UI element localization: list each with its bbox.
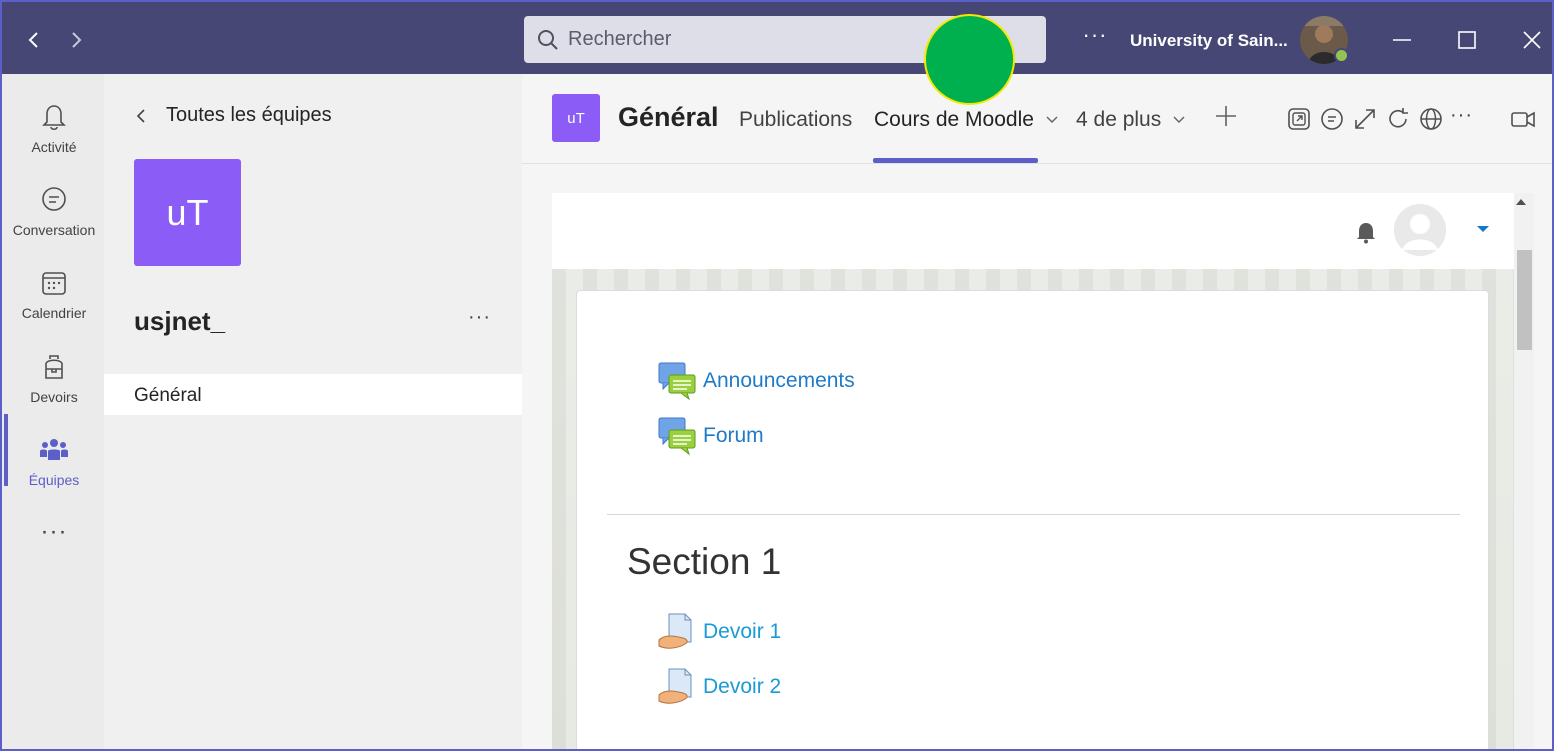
channel-label: Général <box>134 385 202 406</box>
user-avatar[interactable] <box>1394 204 1446 256</box>
popout-icon[interactable] <box>1286 106 1312 132</box>
rail-item-activite[interactable]: Activité <box>2 86 106 166</box>
app-rail: Activité Conversation Calendrier Devoirs <box>0 74 104 751</box>
user-menu-caret-icon[interactable] <box>1476 225 1490 233</box>
tab-publications[interactable]: Publications <box>739 108 852 132</box>
scrollbar-thumb[interactable] <box>1517 250 1532 350</box>
tab-cours-de-moodle[interactable]: Cours de Moodle <box>874 108 1058 132</box>
rail-label: Activité <box>31 139 77 155</box>
moodle-frame: Announcements Forum Section 1 Devoir 1 D… <box>552 193 1514 751</box>
bell-icon <box>42 105 66 131</box>
team-more-button[interactable]: ··· <box>468 306 491 329</box>
notification-bell-icon[interactable] <box>1355 220 1377 244</box>
forum-icon <box>658 417 696 456</box>
title-bar: Rechercher ··· University of Sain... <box>0 0 1554 74</box>
channel-avatar: uT <box>552 94 600 142</box>
activity-link[interactable]: Forum <box>703 424 764 448</box>
activity-devoir-1[interactable]: Devoir 1 <box>657 612 781 652</box>
rail-label: Équipes <box>28 472 80 488</box>
assignment-icon <box>658 668 692 704</box>
minimize-icon[interactable] <box>1384 22 1420 58</box>
chevron-down-icon[interactable] <box>1046 116 1058 124</box>
forward-arrow-icon[interactable] <box>62 26 90 54</box>
teams-icon <box>40 439 68 460</box>
meet-icon[interactable] <box>1510 106 1536 132</box>
rail-label: Devoirs <box>30 389 78 405</box>
all-teams-label: Toutes les équipes <box>166 104 332 126</box>
header-more-button[interactable]: ··· <box>1450 104 1473 127</box>
activity-devoir-2[interactable]: Devoir 2 <box>657 667 781 707</box>
activity-link[interactable]: Devoir 1 <box>703 620 781 644</box>
presence-available-icon <box>1334 48 1349 63</box>
course-content-card: Announcements Forum Section 1 Devoir 1 D… <box>576 290 1489 751</box>
rail-item-devoirs[interactable]: Devoirs <box>2 336 106 416</box>
section-title: Section 1 <box>627 541 782 582</box>
activity-link[interactable]: Announcements <box>703 369 855 393</box>
globe-icon[interactable] <box>1418 106 1444 132</box>
all-teams-link[interactable]: Toutes les équipes <box>134 104 332 127</box>
activity-link[interactable]: Devoir 2 <box>703 675 781 699</box>
conversation-icon[interactable] <box>1319 106 1345 132</box>
calendar-icon <box>42 272 66 295</box>
search-icon <box>538 29 558 50</box>
maximize-icon[interactable] <box>1449 22 1485 58</box>
moodle-topbar <box>552 193 1514 269</box>
backpack-icon <box>45 355 63 379</box>
expand-icon[interactable] <box>1352 106 1378 132</box>
assignment-icon <box>658 613 692 649</box>
team-name: usjnet_ <box>134 306 226 336</box>
rail-label: Conversation <box>12 222 96 238</box>
add-tab-icon[interactable] <box>1214 104 1238 128</box>
team-avatar: uT <box>134 159 241 266</box>
tab-label: 4 de plus <box>1076 108 1162 131</box>
refresh-icon[interactable] <box>1385 106 1411 132</box>
channel-title: Général <box>618 102 719 132</box>
rail-more-button[interactable]: ··· <box>2 518 106 546</box>
back-arrow-icon[interactable] <box>20 26 48 54</box>
scroll-up-arrow-icon[interactable] <box>1516 199 1526 205</box>
chevron-left-icon <box>136 108 145 123</box>
cursor-marker <box>924 14 1015 105</box>
chevron-down-icon <box>1173 116 1185 124</box>
chat-icon <box>42 187 66 211</box>
activity-announcements[interactable]: Announcements <box>657 361 855 401</box>
rail-item-calendrier[interactable]: Calendrier <box>2 252 106 332</box>
tab-label: Publications <box>739 108 853 131</box>
rail-label: Calendrier <box>21 305 87 321</box>
tab-label: Cours de Moodle <box>874 108 1034 131</box>
tab-more-tabs[interactable]: 4 de plus <box>1076 108 1185 132</box>
channel-header: uT Général Publications Cours de Moodle … <box>522 74 1554 164</box>
search-placeholder: Rechercher <box>568 28 672 50</box>
section-divider <box>607 514 1460 515</box>
forum-icon <box>658 362 696 401</box>
team-panel: Toutes les équipes uT usjnet_ ··· Généra… <box>104 74 522 751</box>
org-name[interactable]: University of Sain... <box>1130 31 1288 51</box>
activity-forum[interactable]: Forum <box>657 416 764 456</box>
active-tab-indicator <box>873 158 1038 163</box>
rail-item-equipes[interactable]: Équipes <box>2 419 106 499</box>
rail-item-conversation[interactable]: Conversation <box>2 169 106 249</box>
channel-item-general[interactable]: Général <box>104 374 522 415</box>
close-icon[interactable] <box>1514 22 1550 58</box>
settings-more-button[interactable]: ··· <box>1080 24 1110 54</box>
